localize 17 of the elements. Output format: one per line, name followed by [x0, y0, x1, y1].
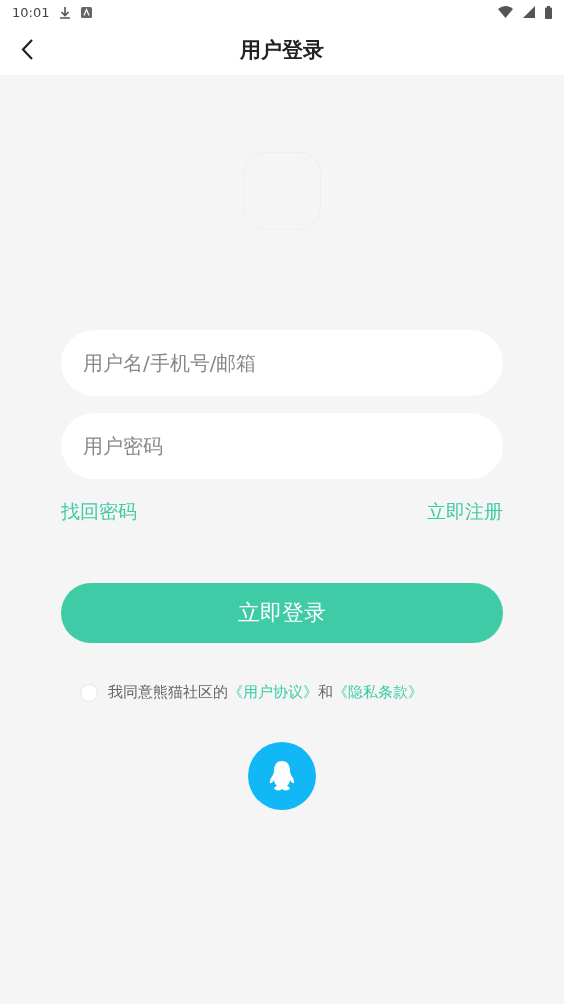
- privacy-policy-link[interactable]: 《隐私条款》: [333, 684, 423, 700]
- download-icon: [59, 5, 72, 19]
- register-link[interactable]: 立即注册: [427, 499, 503, 525]
- username-field[interactable]: 用户名/手机号/邮箱: [61, 330, 503, 396]
- notification-icon: [81, 6, 93, 18]
- login-button[interactable]: 立即登录: [61, 583, 503, 643]
- user-agreement-link[interactable]: 《用户协议》: [228, 684, 318, 700]
- forgot-password-link[interactable]: 找回密码: [61, 499, 137, 525]
- page-title: 用户登录: [240, 36, 324, 64]
- wifi-icon: [498, 6, 513, 18]
- battery-icon: [545, 5, 552, 19]
- password-field[interactable]: 用户密码: [61, 413, 503, 479]
- signal-icon: [523, 6, 535, 18]
- agreement-text: 我同意熊猫社区的《用户协议》和《隐私条款》: [108, 683, 423, 702]
- penguin-icon: [267, 759, 297, 793]
- agreement-checkbox[interactable]: [80, 683, 98, 702]
- clock: 10:01: [12, 4, 50, 20]
